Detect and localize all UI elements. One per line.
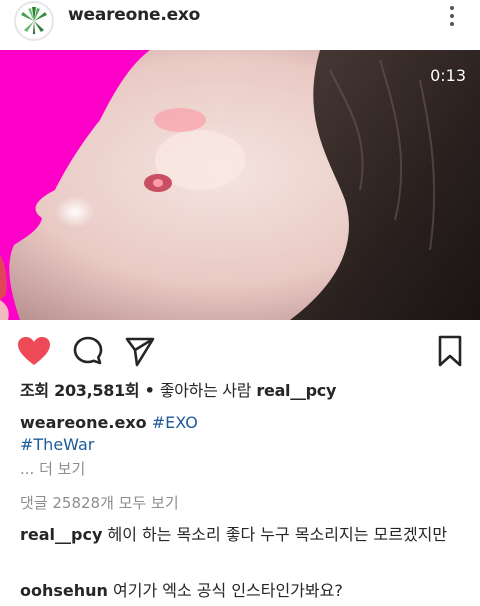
avatar[interactable] bbox=[14, 1, 54, 41]
hashtag-exo[interactable]: #EXO bbox=[152, 413, 198, 432]
bookmark-icon[interactable] bbox=[432, 334, 468, 368]
video-player[interactable]: 0:13 bbox=[0, 50, 480, 320]
post-username[interactable]: weareone.exo bbox=[68, 5, 200, 25]
view-count-line: 조회 203,581회 • 좋아하는 사람 real__pcy bbox=[20, 380, 336, 402]
video-frame bbox=[0, 50, 480, 320]
more-vertical-icon[interactable] bbox=[442, 2, 462, 32]
leaf-logo-icon bbox=[21, 7, 47, 34]
comment-text: 여기가 엑소 공식 인스타인가봐요? bbox=[113, 581, 343, 600]
heart-icon[interactable] bbox=[16, 334, 52, 368]
caption-username[interactable]: weareone.exo bbox=[20, 413, 147, 432]
video-timer: 0:13 bbox=[430, 66, 466, 85]
share-icon[interactable] bbox=[122, 334, 158, 368]
liked-by-user[interactable]: real__pcy bbox=[256, 381, 336, 400]
views-count[interactable]: 203,581회 bbox=[54, 381, 140, 400]
comment-item: real__pcy 헤이 하는 목소리 좋다 누구 목소리지는 모르겠지만 bbox=[20, 524, 460, 546]
bullet: • bbox=[144, 381, 155, 400]
liked-by-label: 좋아하는 사람 bbox=[159, 381, 252, 400]
caption: weareone.exo #EXO #TheWar bbox=[20, 412, 198, 456]
action-bar bbox=[0, 330, 480, 370]
comment-item: oohsehun 여기가 엑소 공식 인스타인가봐요? bbox=[20, 580, 343, 602]
post-header: weareone.exo bbox=[0, 0, 480, 50]
hashtag-thewar[interactable]: #TheWar bbox=[20, 435, 94, 454]
more-link[interactable]: ... 더 보기 bbox=[20, 458, 85, 480]
view-all-comments-link[interactable]: 댓글 25828개 모두 보기 bbox=[20, 492, 179, 514]
comment-username[interactable]: oohsehun bbox=[20, 581, 108, 600]
comment-username[interactable]: real__pcy bbox=[20, 525, 102, 544]
comment-text: 헤이 하는 목소리 좋다 누구 목소리지는 모르겠지만 bbox=[107, 525, 448, 544]
comment-icon[interactable] bbox=[70, 334, 106, 368]
views-label: 조회 bbox=[20, 381, 49, 400]
